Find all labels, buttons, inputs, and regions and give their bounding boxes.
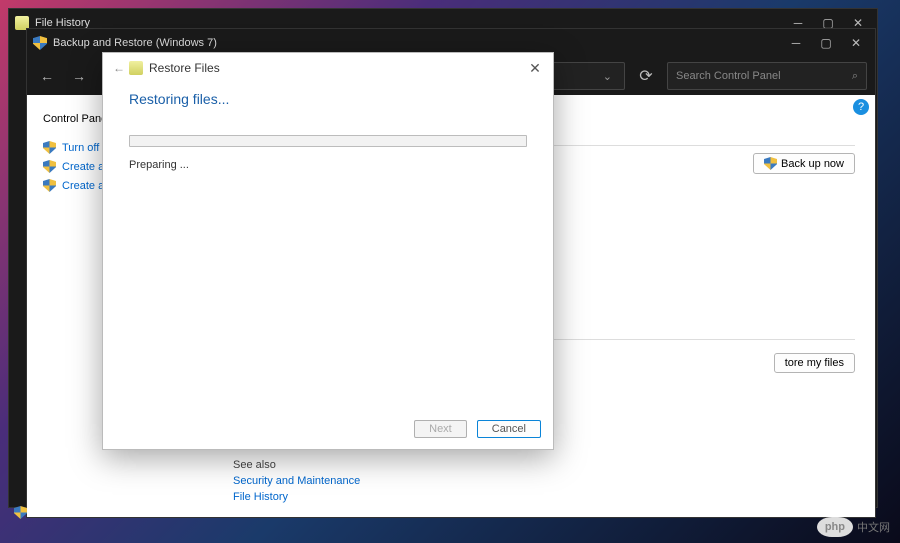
dialog-title: Restore Files — [149, 61, 220, 75]
br-close-button[interactable]: ✕ — [841, 32, 871, 54]
search-box[interactable]: Search Control Panel ⌕ — [667, 62, 867, 90]
dialog-titlebar[interactable]: ← Restore Files ✕ — [103, 53, 553, 83]
shield-icon — [33, 36, 47, 50]
progress-bar — [129, 135, 527, 147]
shield-icon — [43, 160, 56, 173]
button-label: Back up now — [781, 158, 844, 170]
search-icon: ⌕ — [852, 70, 858, 83]
restore-files-dialog: ← Restore Files ✕ Restoring files... Pre… — [102, 52, 554, 450]
watermark: php 中文网 — [817, 517, 890, 537]
see-also-security-link[interactable]: Security and Maintenance — [233, 475, 360, 487]
search-placeholder: Search Control Panel — [676, 70, 781, 82]
watermark-text: 中文网 — [857, 519, 890, 535]
dialog-close-button[interactable]: ✕ — [523, 60, 547, 77]
nav-forward-button[interactable]: → — [67, 64, 91, 88]
php-logo: php — [817, 517, 853, 537]
br-minimize-button[interactable]: ─ — [781, 32, 811, 54]
dialog-heading: Restoring files... — [129, 91, 527, 107]
next-button: Next — [414, 420, 467, 438]
br-maximize-button[interactable]: ▢ — [811, 32, 841, 54]
nav-back-button[interactable]: ← — [35, 64, 59, 88]
restore-my-files-button[interactable]: tore my files — [774, 353, 855, 373]
backup-restore-title: Backup and Restore (Windows 7) — [53, 37, 775, 49]
see-also-header: See also — [233, 459, 360, 471]
refresh-button[interactable]: ⟳ — [633, 66, 659, 86]
shield-icon — [764, 157, 777, 170]
chevron-down-icon[interactable]: ⌄ — [603, 70, 612, 83]
back-up-now-button[interactable]: Back up now — [753, 153, 855, 174]
status-text: Preparing ... — [129, 159, 527, 171]
dialog-back-button[interactable]: ← — [109, 61, 129, 75]
restore-files-icon — [129, 61, 143, 75]
shield-icon — [43, 179, 56, 192]
cancel-button[interactable]: Cancel — [477, 420, 541, 438]
see-also-section: See also Security and Maintenance File H… — [233, 459, 360, 503]
dialog-body: Restoring files... Preparing ... — [103, 83, 553, 409]
button-label: tore my files — [785, 357, 844, 369]
dialog-footer: Next Cancel — [103, 409, 553, 449]
shield-icon — [43, 141, 56, 154]
see-also-file-history-link[interactable]: File History — [233, 491, 360, 503]
